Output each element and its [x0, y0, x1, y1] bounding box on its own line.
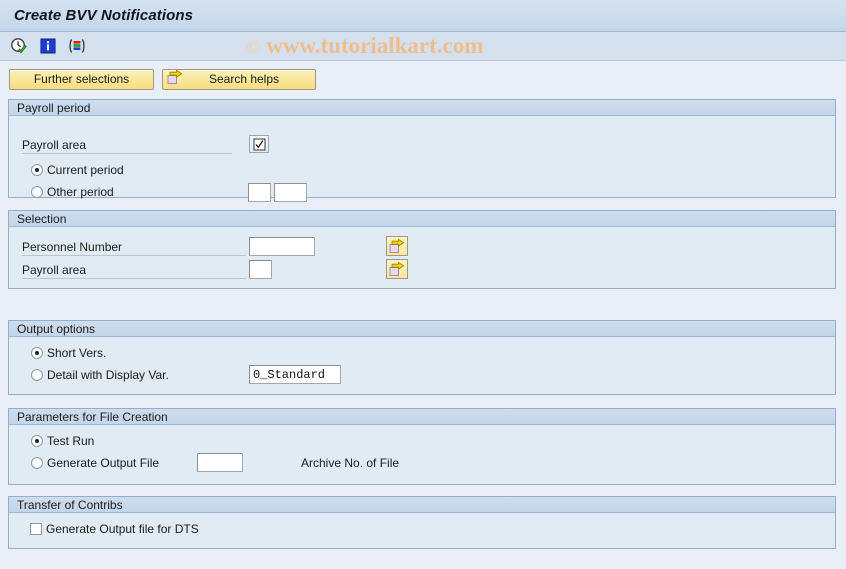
- radio-detail-display-var-indicator: [31, 369, 43, 381]
- window-title-bar: Create BVV Notifications: [0, 0, 846, 32]
- output-options-panel: Output options Short Vers. Detail with D…: [8, 320, 836, 395]
- checkbox-generate-output-file-dts[interactable]: Generate Output file for DTS: [30, 522, 199, 536]
- search-helps-label: Search helps: [208, 72, 280, 86]
- payroll-area-multiple-selection-button[interactable]: [386, 259, 408, 279]
- radio-short-vers-indicator: [31, 347, 43, 359]
- output-options-header: Output options: [9, 321, 835, 337]
- radio-generate-output-file-indicator: [31, 457, 43, 469]
- payroll-area-label: Payroll area: [22, 138, 232, 154]
- page-title: Create BVV Notifications: [14, 7, 194, 24]
- radio-other-period-indicator: [31, 186, 43, 198]
- checkbox-generate-output-file-dts-label: Generate Output file for DTS: [46, 522, 199, 536]
- other-period-field-1[interactable]: [248, 183, 271, 202]
- checkbox-check-icon: [253, 138, 265, 150]
- watermark-text: www.tutorialkart.com: [266, 33, 484, 58]
- variants-icon[interactable]: [67, 36, 87, 56]
- radio-generate-output-file[interactable]: Generate Output File: [31, 456, 159, 470]
- yellow-arrow-icon: [389, 238, 405, 253]
- archive-number-label: Archive No. of File: [301, 456, 400, 470]
- selection-payroll-area-field[interactable]: [249, 260, 272, 279]
- other-period-field-2[interactable]: [274, 183, 307, 202]
- transfer-contribs-panel: Transfer of Contribs Generate Output fil…: [8, 496, 836, 549]
- radio-test-run-label: Test Run: [47, 434, 95, 448]
- radio-test-run-indicator: [31, 435, 43, 447]
- application-toolbar: © www.tutorialkart.com: [0, 32, 846, 61]
- file-creation-header: Parameters for File Creation: [9, 409, 835, 425]
- payroll-period-panel: Payroll period Payroll area Current peri…: [8, 99, 836, 202]
- payroll-area-value-help-button[interactable]: [249, 135, 269, 153]
- personnel-number-multiple-selection-button[interactable]: [386, 236, 408, 256]
- checkbox-generate-output-file-dts-indicator: [30, 523, 42, 535]
- selection-payroll-area-label: Payroll area: [22, 263, 246, 279]
- selection-panel: Selection Personnel Number Payroll area: [8, 210, 836, 289]
- radio-current-period-indicator: [31, 164, 43, 176]
- radio-current-period-label: Current period: [47, 163, 124, 177]
- transfer-contribs-header: Transfer of Contribs: [9, 497, 835, 513]
- personnel-number-label: Personnel Number: [22, 240, 246, 256]
- payroll-period-header: Payroll period: [9, 100, 835, 116]
- radio-generate-output-file-label: Generate Output File: [47, 456, 160, 470]
- display-variant-field[interactable]: 0_Standard: [249, 365, 341, 384]
- personnel-number-field[interactable]: [249, 237, 315, 256]
- radio-test-run[interactable]: Test Run: [31, 434, 94, 448]
- selection-header: Selection: [9, 211, 835, 227]
- radio-short-vers-label: Short Vers.: [47, 346, 107, 360]
- radio-other-period-label: Other period: [47, 185, 114, 199]
- watermark: © www.tutorialkart.com: [246, 33, 483, 59]
- search-helps-button[interactable]: Search helps: [162, 68, 316, 90]
- radio-detail-display-var[interactable]: Detail with Display Var.: [31, 368, 169, 382]
- further-selections-button[interactable]: Further selections: [9, 68, 154, 90]
- file-creation-panel: Parameters for File Creation Test Run Ge…: [8, 408, 836, 485]
- radio-other-period[interactable]: Other period: [31, 185, 114, 199]
- watermark-copyright-symbol: ©: [246, 37, 261, 58]
- yellow-arrow-icon: [389, 261, 405, 276]
- information-icon[interactable]: [38, 36, 58, 56]
- selection-screen-button-bar: Further selections Search helps: [0, 62, 846, 96]
- radio-detail-display-var-label: Detail with Display Var.: [47, 368, 169, 382]
- yellow-arrow-icon: [167, 69, 183, 88]
- radio-short-vers[interactable]: Short Vers.: [31, 346, 106, 360]
- execute-clock-icon[interactable]: [9, 36, 29, 56]
- archive-number-field[interactable]: [197, 453, 243, 472]
- radio-current-period[interactable]: Current period: [31, 163, 124, 177]
